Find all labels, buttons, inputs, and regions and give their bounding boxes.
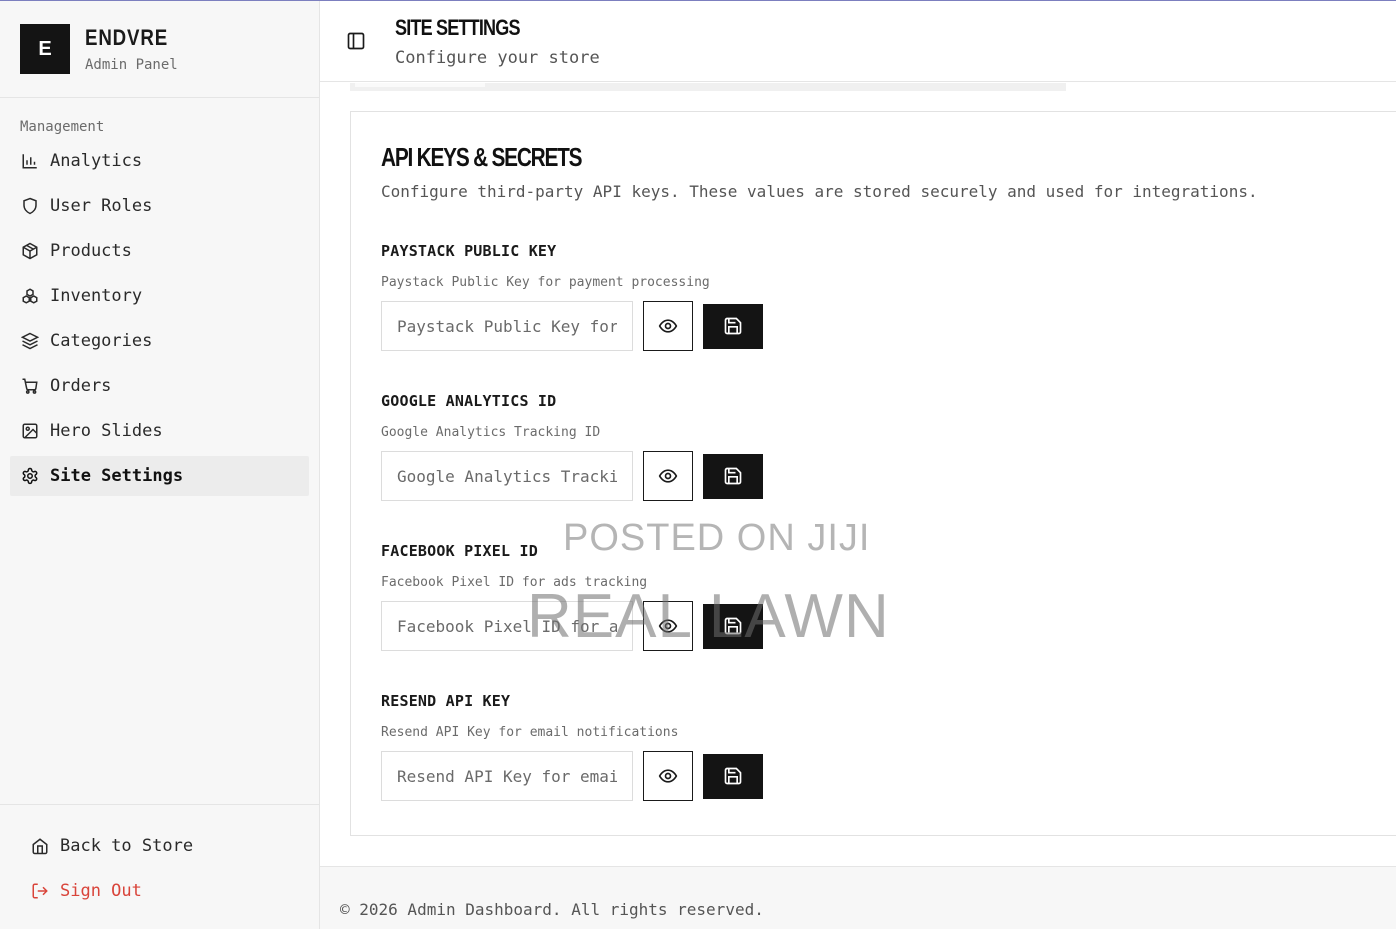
layers-icon bbox=[20, 331, 40, 351]
image-icon bbox=[20, 421, 40, 441]
brand-subtitle: Admin Panel bbox=[85, 57, 178, 73]
sidebar-item-inventory[interactable]: Inventory bbox=[10, 276, 309, 316]
sign-out-button[interactable]: Sign Out bbox=[0, 871, 319, 911]
back-to-store-label: Back to Store bbox=[60, 836, 194, 856]
field-resend-api-key: RESEND API KEY Resend API Key for email … bbox=[381, 692, 763, 801]
save-button[interactable] bbox=[703, 303, 763, 349]
sidebar-item-site-settings[interactable]: Site Settings bbox=[10, 456, 309, 496]
logout-icon bbox=[30, 881, 50, 901]
page-title: SITE SETTINGS bbox=[395, 15, 520, 40]
cart-icon bbox=[20, 376, 40, 396]
bar-chart-icon bbox=[20, 151, 40, 171]
field-help: Resend API Key for email notifications bbox=[381, 725, 679, 740]
sidebar-item-label: Hero Slides bbox=[50, 421, 163, 441]
google-analytics-input[interactable] bbox=[381, 451, 633, 501]
field-label: RESEND API KEY bbox=[381, 692, 511, 710]
field-paystack-public-key: PAYSTACK PUBLIC KEY Paystack Public Key … bbox=[381, 242, 763, 351]
watermark-line-1: POSTED ON JIJI bbox=[563, 517, 871, 559]
page-subtitle: Configure your store bbox=[395, 48, 600, 68]
eye-icon bbox=[658, 469, 678, 483]
card-title: API KEYS & SECRETS bbox=[381, 142, 583, 172]
save-button[interactable] bbox=[703, 753, 763, 799]
brand: E ENDVRE Admin Panel bbox=[0, 1, 319, 98]
save-button[interactable] bbox=[703, 453, 763, 499]
sign-out-label: Sign Out bbox=[60, 881, 142, 901]
home-icon bbox=[30, 836, 50, 856]
sidebar-item-orders[interactable]: Orders bbox=[10, 366, 309, 406]
page-header: SITE SETTINGS Configure your store bbox=[320, 1, 1396, 82]
sidebar-item-label: Orders bbox=[50, 376, 112, 396]
panel-left-icon bbox=[347, 32, 365, 50]
sidebar-toggle-button[interactable] bbox=[346, 31, 368, 53]
brand-name: ENDVRE bbox=[85, 25, 169, 50]
paystack-key-input[interactable] bbox=[381, 301, 633, 351]
sidebar-item-products[interactable]: Products bbox=[10, 231, 309, 271]
resend-key-input[interactable] bbox=[381, 751, 633, 801]
api-keys-card: API KEYS & SECRETS Configure third-party… bbox=[350, 111, 1396, 836]
footer-copyright: © 2026 Admin Dashboard. All rights reser… bbox=[340, 900, 764, 919]
field-help: Google Analytics Tracking ID bbox=[381, 425, 601, 440]
sidebar-item-label: Inventory bbox=[50, 286, 143, 306]
field-label: GOOGLE ANALYTICS ID bbox=[381, 392, 557, 410]
sidebar-item-analytics[interactable]: Analytics bbox=[10, 141, 309, 181]
save-icon bbox=[724, 467, 742, 485]
sidebar-footer: Back to Store Sign Out bbox=[0, 804, 319, 929]
eye-icon bbox=[658, 319, 678, 333]
sidebar-item-label: Site Settings bbox=[50, 466, 184, 486]
gear-icon bbox=[20, 466, 40, 486]
eye-icon bbox=[658, 769, 678, 783]
package-icon bbox=[20, 241, 40, 261]
sidebar-item-hero-slides[interactable]: Hero Slides bbox=[10, 411, 309, 451]
save-icon bbox=[724, 767, 742, 785]
save-icon bbox=[724, 317, 742, 335]
toggle-visibility-button[interactable] bbox=[643, 451, 693, 501]
sidebar-item-user-roles[interactable]: User Roles bbox=[10, 186, 309, 226]
watermark-line-2: REAL LAWN bbox=[527, 582, 890, 651]
boxes-icon bbox=[20, 286, 40, 306]
page-footer: © 2026 Admin Dashboard. All rights reser… bbox=[320, 866, 1396, 929]
field-label: PAYSTACK PUBLIC KEY bbox=[381, 242, 557, 260]
sidebar-item-label: User Roles bbox=[50, 196, 153, 216]
sidebar-item-label: Categories bbox=[50, 331, 153, 351]
card-description: Configure third-party API keys. These va… bbox=[381, 182, 1258, 201]
sidebar-item-categories[interactable]: Categories bbox=[10, 321, 309, 361]
toggle-visibility-button[interactable] bbox=[643, 301, 693, 351]
sidebar-nav: Analytics User Roles Products Inventory … bbox=[0, 141, 319, 496]
section-label-management: Management bbox=[20, 119, 105, 135]
back-to-store-link[interactable]: Back to Store bbox=[0, 826, 319, 866]
toggle-visibility-button[interactable] bbox=[643, 751, 693, 801]
field-help: Paystack Public Key for payment processi… bbox=[381, 275, 710, 290]
shield-icon bbox=[20, 196, 40, 216]
brand-logo: E bbox=[20, 24, 70, 74]
sidebar: E ENDVRE Admin Panel Management Analytic… bbox=[0, 1, 320, 929]
field-google-analytics-id: GOOGLE ANALYTICS ID Google Analytics Tra… bbox=[381, 392, 763, 501]
tabs-strip bbox=[350, 83, 1066, 91]
sidebar-item-label: Products bbox=[50, 241, 132, 261]
sidebar-item-label: Analytics bbox=[50, 151, 143, 171]
